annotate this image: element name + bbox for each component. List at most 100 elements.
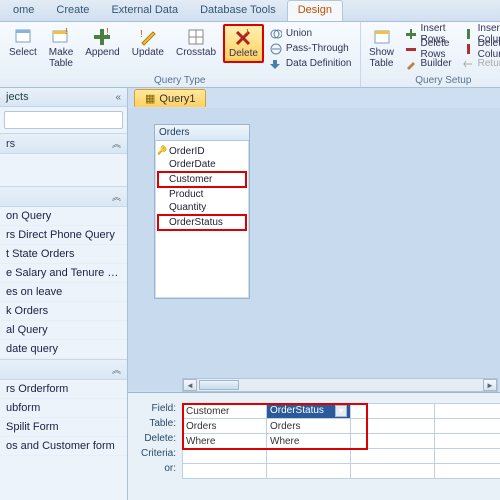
- doc-tab-label: Query1: [159, 93, 195, 105]
- pass-through-button[interactable]: Pass-Through: [270, 41, 352, 56]
- or-cell[interactable]: [267, 464, 351, 479]
- delete-rows-icon: [405, 43, 417, 55]
- table-cell[interactable]: Orders: [267, 419, 351, 434]
- chevron-up-icon: ︽: [112, 190, 121, 203]
- delete-button[interactable]: ! Delete: [223, 24, 264, 63]
- grid-label-table: Table:: [128, 418, 182, 433]
- field-cell-selected[interactable]: OrderStatus ▾: [267, 404, 351, 419]
- delete-cell[interactable]: Where: [183, 434, 267, 449]
- list-item[interactable]: date query: [0, 340, 127, 359]
- pass-through-label: Pass-Through: [286, 43, 349, 54]
- field-list: OrderID OrderDate Customer Product Quant…: [155, 141, 249, 233]
- grid-label-delete: Delete:: [128, 433, 182, 448]
- crosstab-button[interactable]: Crosstab: [171, 24, 221, 61]
- field-orderid[interactable]: OrderID: [159, 145, 245, 158]
- field-customer[interactable]: Customer: [157, 171, 247, 188]
- table-cell[interactable]: Orders: [183, 419, 267, 434]
- pass-through-icon: [270, 43, 282, 55]
- make-table-button[interactable]: ! Make Table: [44, 24, 78, 72]
- delete-cell[interactable]: [351, 434, 435, 449]
- field-product[interactable]: Product: [159, 188, 245, 201]
- nav-section-tables-label: rs: [6, 138, 15, 150]
- or-cell[interactable]: [435, 464, 500, 479]
- crosstab-label: Crosstab: [176, 47, 216, 58]
- scroll-thumb[interactable]: [199, 380, 239, 390]
- builder-button[interactable]: Builder: [405, 56, 452, 71]
- table-cell[interactable]: [351, 419, 435, 434]
- delete-label: Delete: [229, 48, 258, 59]
- nav-form-items: rs Orderform ubform Spilit Form os and C…: [0, 380, 127, 456]
- grid-label-field: Field:: [128, 403, 182, 418]
- table-cell[interactable]: [435, 419, 500, 434]
- field-cell[interactable]: Customer: [183, 404, 267, 419]
- field-orderstatus[interactable]: OrderStatus: [157, 214, 247, 231]
- scroll-left-button[interactable]: ◄: [183, 379, 197, 391]
- list-item[interactable]: os and Customer form: [0, 437, 127, 456]
- append-button[interactable]: ! Append: [80, 24, 124, 61]
- return-button[interactable]: Return:: [462, 56, 500, 71]
- list-item[interactable]: rs Orderform: [0, 380, 127, 399]
- grid-label-or: or:: [128, 463, 182, 478]
- svg-text:!: !: [106, 28, 109, 38]
- field-quantity[interactable]: Quantity: [159, 201, 245, 214]
- col-ops-list: Insert Columns Delete Columns Return:: [458, 24, 500, 73]
- grid-row-labels: Field: Table: Delete: Criteria: or:: [128, 403, 182, 478]
- union-button[interactable]: Union: [270, 26, 352, 41]
- criteria-cell[interactable]: [267, 449, 351, 464]
- union-icon: [270, 28, 282, 40]
- tab-database-tools[interactable]: Database Tools: [189, 0, 287, 21]
- doc-tab-query1[interactable]: ▦ Query1: [134, 89, 206, 107]
- show-table-icon: [372, 27, 392, 47]
- nav-section-tables[interactable]: rs ︽: [0, 133, 127, 154]
- criteria-cell[interactable]: [435, 449, 500, 464]
- data-definition-button[interactable]: Data Definition: [270, 56, 352, 71]
- or-cell[interactable]: [183, 464, 267, 479]
- return-icon: [462, 58, 474, 70]
- list-item[interactable]: k Orders: [0, 302, 127, 321]
- list-item[interactable]: al Query: [0, 321, 127, 340]
- query-grid: Field: Table: Delete: Criteria: or: Cust…: [128, 392, 500, 500]
- nav-section-queries[interactable]: ︽: [0, 186, 127, 207]
- criteria-cell[interactable]: [183, 449, 267, 464]
- list-item[interactable]: es on leave: [0, 283, 127, 302]
- tab-design[interactable]: Design: [287, 0, 343, 21]
- list-item[interactable]: e Salary and Tenure Q...: [0, 264, 127, 283]
- row-ops-list: Insert Rows Delete Rows Builder: [401, 24, 456, 73]
- delete-cell[interactable]: Where: [267, 434, 351, 449]
- delete-columns-button[interactable]: Delete Columns: [462, 41, 500, 56]
- list-item[interactable]: Spilit Form: [0, 418, 127, 437]
- dropdown-arrow-icon[interactable]: ▾: [335, 405, 347, 417]
- list-item[interactable]: rs Direct Phone Query: [0, 226, 127, 245]
- navpane-header[interactable]: jects «: [0, 88, 127, 107]
- hscrollbar[interactable]: ◄ ►: [182, 378, 498, 392]
- scroll-right-button[interactable]: ►: [483, 379, 497, 391]
- search-input[interactable]: [8, 114, 128, 126]
- tab-external-data[interactable]: External Data: [100, 0, 189, 21]
- delete-rows-button[interactable]: Delete Rows: [405, 41, 452, 56]
- criteria-cell[interactable]: [351, 449, 435, 464]
- crosstab-icon: [186, 27, 206, 47]
- select-button[interactable]: Select: [4, 24, 42, 61]
- table-box-orders[interactable]: Orders OrderID OrderDate Customer Produc…: [154, 124, 250, 299]
- collapse-icon[interactable]: «: [115, 92, 121, 103]
- nav-section-forms[interactable]: ︽: [0, 359, 127, 380]
- update-label: Update: [132, 47, 164, 58]
- field-orderdate[interactable]: OrderDate: [159, 158, 245, 171]
- update-button[interactable]: ! Update: [127, 24, 169, 61]
- list-item[interactable]: ubform: [0, 399, 127, 418]
- tab-home[interactable]: ome: [2, 0, 45, 21]
- tablebox-title: Orders: [155, 125, 249, 141]
- query-design-surface[interactable]: Orders OrderID OrderDate Customer Produc…: [128, 108, 500, 390]
- or-cell[interactable]: [351, 464, 435, 479]
- insert-rows-icon: [405, 28, 417, 40]
- delete-cell[interactable]: [435, 434, 500, 449]
- union-label: Union: [286, 28, 312, 39]
- list-item[interactable]: t State Orders: [0, 245, 127, 264]
- field-cell[interactable]: [435, 404, 500, 419]
- list-item[interactable]: on Query: [0, 207, 127, 226]
- tab-create[interactable]: Create: [45, 0, 100, 21]
- show-table-button[interactable]: Show Table: [365, 24, 399, 72]
- field-cell[interactable]: [351, 404, 435, 419]
- builder-label: Builder: [421, 58, 452, 69]
- search-box[interactable]: 🔍: [4, 111, 123, 129]
